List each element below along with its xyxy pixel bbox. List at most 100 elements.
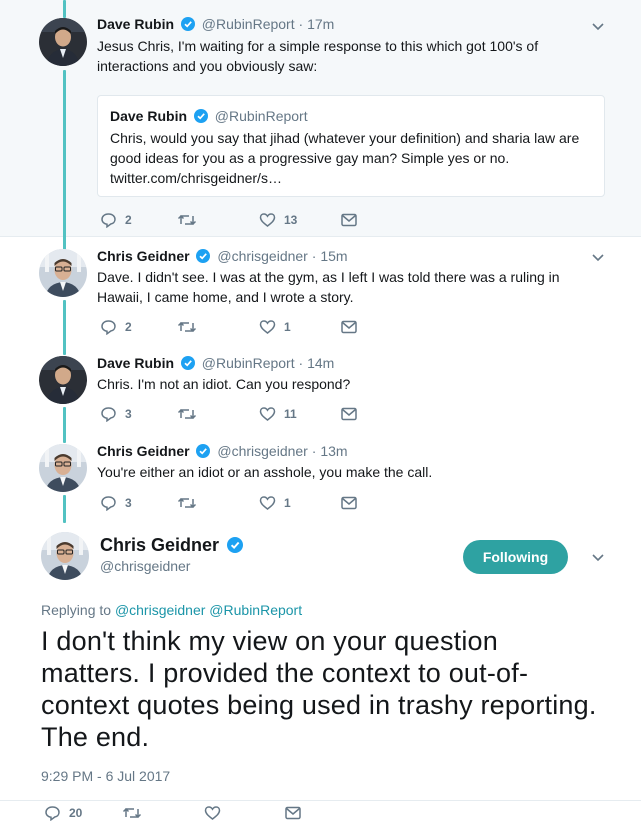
retweet-button[interactable]	[122, 803, 150, 823]
quoted-author-handle: @RubinReport	[214, 108, 308, 124]
main-tweet-timestamp[interactable]: 9:29 PM - 6 Jul 2017	[41, 768, 170, 784]
like-button[interactable]	[204, 803, 229, 823]
verified-badge-icon	[196, 444, 211, 461]
tweet-2[interactable]: Chris Geidner @chrisgeidner · 15m Dave. …	[0, 237, 641, 344]
tweet-header: Dave Rubin @RubinReport · 17m	[97, 16, 334, 34]
verified-badge-icon	[196, 249, 211, 266]
avatar-image	[39, 249, 87, 297]
retweet-button[interactable]	[177, 493, 205, 513]
avatar-image	[41, 532, 89, 580]
retweet-icon	[177, 214, 197, 226]
tweet-3[interactable]: Dave Rubin @RubinReport · 14m Chris. I'm…	[0, 344, 641, 432]
chevron-down-icon[interactable]	[590, 249, 606, 265]
main-author-name[interactable]: Chris Geidner	[100, 535, 244, 558]
avatar-chris-geidner[interactable]	[39, 444, 87, 492]
like-count: 1	[284, 320, 291, 334]
reply-count: 3	[125, 407, 132, 421]
tweet-actions: 3 1	[97, 493, 397, 513]
verified-badge-icon	[193, 109, 208, 126]
separator-dot: ·	[298, 355, 304, 371]
like-icon	[259, 496, 276, 510]
separator-dot: ·	[311, 248, 317, 264]
following-button[interactable]: Following	[463, 540, 568, 574]
separator-dot: ·	[311, 443, 317, 459]
retweet-button[interactable]	[177, 404, 205, 424]
retweet-button[interactable]	[177, 317, 205, 337]
avatar-image	[39, 18, 87, 66]
like-button[interactable]: 13	[259, 210, 297, 230]
reply-button[interactable]: 2	[100, 210, 132, 230]
verified-badge-icon	[180, 17, 195, 34]
tweet-actions: 3 11	[97, 404, 397, 424]
tweet-4[interactable]: Chris Geidner @chrisgeidner · 13m You're…	[0, 432, 641, 520]
tweet-time[interactable]: 17m	[307, 16, 334, 32]
direct-message-icon	[341, 320, 357, 334]
direct-message-button[interactable]	[341, 404, 357, 424]
replying-to-mentions[interactable]: @chrisgeidner @RubinReport	[115, 602, 302, 618]
author-name[interactable]: Chris Geidner	[97, 248, 190, 264]
tweet-time[interactable]: 14m	[307, 355, 334, 371]
verified-badge-icon	[227, 537, 244, 558]
tweet-1[interactable]: Dave Rubin @RubinReport · 17m Jesus Chri…	[0, 0, 641, 237]
avatar-chris-geidner[interactable]	[41, 532, 89, 580]
retweet-icon	[177, 321, 197, 333]
author-name[interactable]: Dave Rubin	[97, 16, 174, 32]
reply-icon	[101, 496, 116, 511]
replying-to-prefix: Replying to	[41, 602, 112, 618]
like-button[interactable]: 1	[259, 493, 291, 513]
reply-count: 2	[125, 213, 132, 227]
direct-message-button[interactable]	[341, 317, 357, 337]
retweet-icon	[122, 807, 142, 819]
reply-button[interactable]: 2	[100, 317, 132, 337]
quoted-tweet[interactable]: Dave Rubin @RubinReport Chris, would you…	[97, 95, 605, 197]
tweet-time[interactable]: 15m	[320, 248, 347, 264]
direct-message-button[interactable]	[341, 210, 357, 230]
avatar-chris-geidner[interactable]	[39, 249, 87, 297]
replying-to: Replying to @chrisgeidner @RubinReport	[41, 602, 302, 618]
author-name[interactable]: Chris Geidner	[97, 443, 190, 459]
retweet-icon	[177, 497, 197, 509]
author-handle[interactable]: @chrisgeidner	[217, 248, 307, 264]
reply-icon	[101, 320, 116, 335]
avatar-image	[39, 444, 87, 492]
direct-message-icon	[285, 806, 301, 820]
like-button[interactable]: 1	[259, 317, 291, 337]
tweet-time[interactable]: 13m	[320, 443, 347, 459]
quoted-tweet-header: Dave Rubin @RubinReport	[110, 108, 308, 126]
chevron-down-icon[interactable]	[590, 549, 606, 565]
main-author-handle[interactable]: @chrisgeidner	[100, 558, 190, 574]
tweet-text: You're either an idiot or an asshole, yo…	[97, 464, 433, 480]
tweet-header: Chris Geidner @chrisgeidner · 15m	[97, 248, 348, 266]
tweet-header: Dave Rubin @RubinReport · 14m	[97, 355, 334, 373]
author-handle[interactable]: @chrisgeidner	[217, 443, 307, 459]
retweet-button[interactable]	[177, 210, 205, 230]
reply-button[interactable]: 20	[44, 803, 82, 823]
tweet-text: Dave. I didn't see. I was at the gym, as…	[97, 269, 560, 305]
like-icon	[259, 213, 276, 227]
main-tweet-actions: 20	[0, 800, 641, 824]
quoted-tweet-text: Chris, would you say that jihad (whateve…	[110, 130, 580, 186]
tweet-actions: 2 1	[97, 317, 397, 337]
author-name[interactable]: Dave Rubin	[97, 355, 174, 371]
main-tweet-text: I don't think my view on your question m…	[41, 626, 597, 752]
reply-button[interactable]: 3	[100, 493, 132, 513]
direct-message-button[interactable]	[341, 493, 357, 513]
like-button[interactable]: 11	[259, 404, 297, 424]
avatar-image	[39, 356, 87, 404]
direct-message-icon	[341, 407, 357, 421]
author-handle[interactable]: @RubinReport	[202, 16, 295, 32]
reply-count: 20	[69, 806, 83, 820]
avatar-dave-rubin[interactable]	[39, 18, 87, 66]
avatar-dave-rubin[interactable]	[39, 356, 87, 404]
reply-count: 3	[125, 496, 132, 510]
reply-button[interactable]: 3	[100, 404, 132, 424]
like-icon	[259, 407, 276, 421]
main-author-name-text[interactable]: Chris Geidner	[100, 535, 219, 555]
retweet-icon	[177, 408, 197, 420]
author-handle[interactable]: @RubinReport	[202, 355, 295, 371]
chevron-down-icon[interactable]	[590, 18, 606, 34]
verified-badge-icon	[180, 356, 195, 373]
like-count: 1	[284, 496, 291, 510]
direct-message-button[interactable]	[285, 803, 301, 823]
like-icon	[259, 320, 276, 334]
